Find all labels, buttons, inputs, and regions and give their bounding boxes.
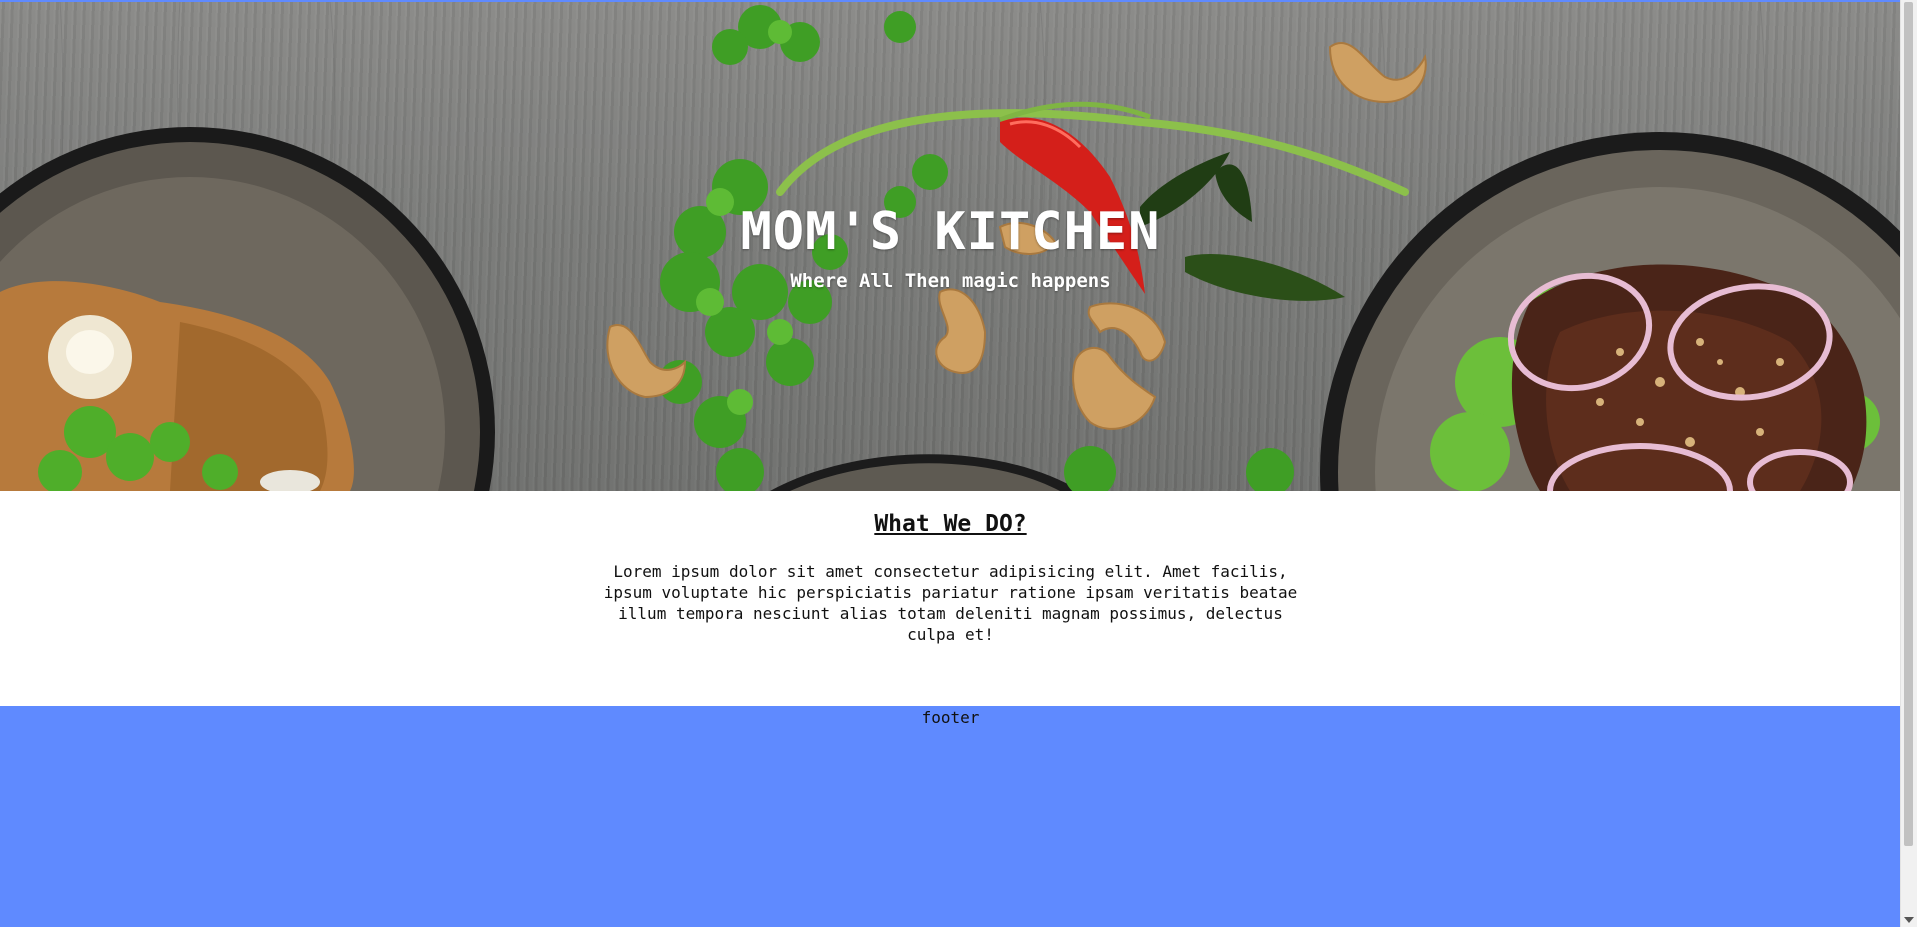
footer: footer <box>0 706 1901 927</box>
vertical-scrollbar[interactable] <box>1900 0 1917 927</box>
hero-title: MOM'S KITCHEN <box>740 202 1161 262</box>
page: MOM'S KITCHEN Where All Then magic happe… <box>0 0 1901 927</box>
about-body: Lorem ipsum dolor sit amet consectetur a… <box>603 562 1298 644</box>
about-section: What We DO? Lorem ipsum dolor sit amet c… <box>0 491 1901 706</box>
left-plate <box>0 127 495 491</box>
right-plate <box>1320 132 1901 491</box>
scroll-down-arrow-icon[interactable] <box>1904 917 1914 923</box>
footer-label: footer <box>921 708 980 727</box>
hero-banner: MOM'S KITCHEN Where All Then magic happe… <box>0 2 1901 491</box>
scrollbar-thumb[interactable] <box>1904 2 1913 846</box>
hero-subtitle: Where All Then magic happens <box>790 270 1111 292</box>
about-heading: What We DO? <box>874 511 1027 537</box>
